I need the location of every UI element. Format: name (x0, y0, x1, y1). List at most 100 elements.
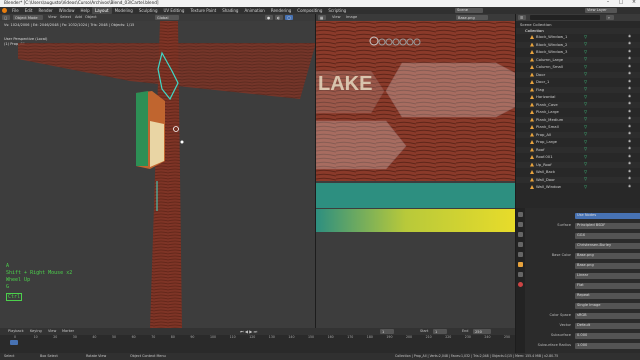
property-field[interactable]: Default (575, 323, 640, 329)
outliner-item[interactable]: Column_Small ▽ ◉ (516, 64, 640, 70)
property-field[interactable]: sRGB (575, 313, 640, 319)
outliner-item[interactable]: Block_Window_3 ▽ ◉ (516, 49, 640, 55)
visibility-eye-icon[interactable]: ◉ (628, 131, 631, 136)
image-name-field[interactable]: Base.png (456, 15, 488, 20)
visibility-eye-icon[interactable]: ◉ (628, 169, 631, 174)
current-frame-field[interactable]: 1 (380, 329, 394, 334)
outliner-item[interactable]: Plank_Cave ▽ ◉ (516, 101, 640, 108)
view-layer-selector[interactable]: View Layer (585, 8, 617, 13)
property-field[interactable]: Single Image (575, 303, 640, 309)
menu-render[interactable]: Render (35, 7, 55, 14)
menu-file[interactable]: File (9, 7, 22, 14)
timeline-menu-view[interactable]: View (48, 329, 56, 334)
minimize-icon[interactable]: – (602, 0, 614, 7)
orientation-dropdown[interactable]: Global (155, 15, 179, 20)
shading-solid-icon[interactable]: ● (265, 15, 273, 20)
tool-tab-icon[interactable] (518, 212, 523, 217)
shading-rendered-icon[interactable]: ◯ (285, 15, 293, 20)
property-field[interactable]: Repeat (575, 293, 640, 299)
visibility-eye-icon[interactable]: ◉ (628, 176, 631, 181)
modifier-tab-icon[interactable] (518, 272, 523, 277)
visibility-eye-icon[interactable]: ◉ (628, 154, 631, 159)
tab-sculpting[interactable]: Sculpting (136, 7, 161, 14)
property-field[interactable]: Principled BSDF (575, 223, 640, 229)
outliner-search-input[interactable] (530, 15, 600, 20)
outliner-item[interactable]: Column_Large ▽ ◉ (516, 56, 640, 63)
tab-uv-editing[interactable]: UV Editing (161, 7, 188, 14)
outliner-item[interactable]: Wall_Window ▽ ◉ (516, 184, 640, 190)
3d-viewport[interactable]: Vs: 1024/2006 | Ed: 2046/2048 | Fa: 1032… (0, 21, 315, 328)
tab-rendering[interactable]: Rendering (268, 7, 294, 14)
tab-compositing[interactable]: Compositing (294, 7, 325, 14)
visibility-eye-icon[interactable]: ◉ (628, 41, 631, 46)
visibility-eye-icon[interactable]: ◉ (628, 79, 631, 84)
outliner-item[interactable]: Flag ▽ ◉ (516, 86, 640, 93)
editor-type-icon[interactable]: ▢ (2, 15, 10, 20)
world-tab-icon[interactable] (518, 252, 523, 257)
mode-dropdown[interactable]: Object Mode (13, 15, 43, 20)
visibility-eye-icon[interactable]: ◉ (628, 116, 631, 121)
visibility-eye-icon[interactable]: ◉ (628, 49, 631, 54)
outliner-item[interactable]: Plank_Small ▽ ◉ (516, 124, 640, 130)
timeline-menu-playback[interactable]: Playback (8, 329, 24, 334)
visibility-eye-icon[interactable]: ◉ (628, 124, 631, 129)
outliner-type-icon[interactable]: ☰ (518, 15, 526, 20)
properties-panel[interactable]: Use Nodes Surface Principled BSDF GGX Christ… (516, 208, 640, 353)
visibility-eye-icon[interactable]: ◉ (628, 34, 631, 39)
property-field[interactable]: Base.png (575, 253, 640, 259)
outliner-item[interactable]: Door ▽ ◉ (516, 71, 640, 78)
visibility-eye-icon[interactable]: ◉ (628, 94, 631, 99)
outliner-item[interactable]: Prop_Large ▽ ◉ (516, 139, 640, 145)
outliner-item[interactable]: Block_Window_1 ▽ ◉ (516, 34, 640, 40)
property-field[interactable]: Base.png (575, 263, 640, 269)
image-menu-view[interactable]: View (332, 15, 341, 20)
outliner-item[interactable]: Door_1 ▽ ◉ (516, 79, 640, 85)
tab-layout[interactable]: Layout (92, 7, 112, 14)
timeline[interactable]: Playback Keying View Marker ⏮ ◀ ▶ ⏭ 1 St… (0, 328, 515, 353)
tab-scripting[interactable]: Scripting (325, 7, 349, 14)
end-frame-field[interactable]: 250 (473, 329, 491, 334)
visibility-eye-icon[interactable]: ◉ (628, 101, 631, 106)
timeline-menu-marker[interactable]: Marker (62, 329, 74, 334)
viewport-menu-select[interactable]: Select (60, 15, 71, 20)
property-field[interactable]: Use Nodes (575, 213, 640, 219)
menu-help[interactable]: Help (77, 7, 92, 14)
outliner-item[interactable]: Roof ▽ ◉ (516, 146, 640, 153)
timeline-menu-keying[interactable]: Keying (30, 329, 42, 334)
outliner-item[interactable]: Wall_Door ▽ ◉ (516, 176, 640, 183)
outliner-item[interactable]: Horizontal ▽ ◉ (516, 94, 640, 100)
render-tab-icon[interactable] (518, 222, 523, 227)
object-tab-icon[interactable] (518, 262, 523, 267)
visibility-eye-icon[interactable]: ◉ (628, 139, 631, 144)
visibility-eye-icon[interactable]: ◉ (628, 161, 631, 166)
playback-controls[interactable]: ⏮ ◀ ▶ ⏭ (240, 330, 257, 334)
outliner-item[interactable]: Prop_All ▽ ◉ (516, 131, 640, 138)
maximize-icon[interactable]: □ (615, 0, 627, 7)
blender-logo-icon[interactable] (2, 8, 7, 13)
image-editor-type-icon[interactable]: ▦ (318, 15, 326, 20)
visibility-eye-icon[interactable]: ◉ (628, 64, 631, 69)
start-frame-field[interactable]: 1 (433, 329, 447, 334)
outliner-item[interactable]: Plank_Medium ▽ ◉ (516, 116, 640, 123)
timeline-ruler[interactable]: 0 10 20 30 40 50 60 70 80 90 100 110 120 130 140 150 160… (0, 335, 515, 353)
menu-window[interactable]: Window (56, 7, 78, 14)
outliner-item[interactable]: Block_Window_2 ▽ ◉ (516, 41, 640, 48)
tab-modeling[interactable]: Modeling (112, 7, 136, 14)
visibility-eye-icon[interactable]: ◉ (628, 56, 631, 61)
material-tab-icon[interactable] (518, 282, 523, 287)
visibility-eye-icon[interactable]: ◉ (628, 86, 631, 91)
property-field[interactable]: Flat (575, 283, 640, 289)
tab-texture-paint[interactable]: Texture Paint (187, 7, 219, 14)
playhead-marker[interactable] (10, 340, 18, 345)
visibility-eye-icon[interactable]: ◉ (628, 146, 631, 151)
outliner-item[interactable]: Up_Roof ▽ ◉ (516, 161, 640, 168)
outliner-item[interactable]: Plank_Large ▽ ◉ (516, 109, 640, 115)
property-field[interactable]: Linear (575, 273, 640, 279)
property-field[interactable]: Christensen-Burley (575, 243, 640, 249)
viewport-menu-view[interactable]: View (48, 15, 57, 20)
property-field[interactable]: 0.000 (575, 333, 640, 339)
output-tab-icon[interactable] (518, 232, 523, 237)
close-icon[interactable]: × (628, 0, 640, 7)
outliner-item[interactable]: Wall_Back ▽ ◉ (516, 169, 640, 175)
outliner-item[interactable]: Roof.001 ▽ ◉ (516, 154, 640, 160)
